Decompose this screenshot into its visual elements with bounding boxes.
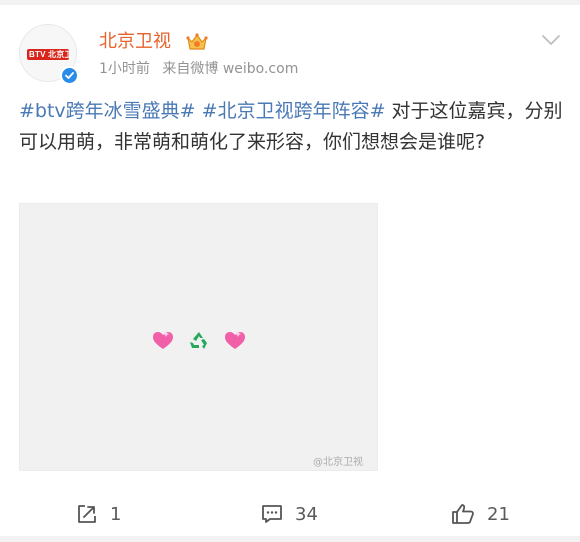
sparkling-heart-icon: [152, 330, 174, 352]
author-name[interactable]: 北京卫视: [99, 31, 171, 53]
post-meta: 1小时前 来自微博 weibo.com: [99, 60, 298, 78]
hashtag-link[interactable]: #btv跨年冰雪盛典#: [19, 100, 196, 122]
comment-count: 34: [295, 503, 318, 525]
repost-icon: [78, 505, 96, 523]
action-bar: 1 34 21: [0, 498, 580, 530]
sparkling-heart-icon: [224, 330, 246, 352]
comment-icon: [262, 505, 282, 523]
post-time: 1小时前: [99, 61, 150, 77]
avatar-logo: BTV 北京卫视: [27, 49, 69, 60]
like-count: 21: [487, 503, 510, 525]
thumbs-up-icon: [452, 504, 474, 524]
top-divider: [0, 0, 580, 5]
post-image[interactable]: @北京卫视: [19, 203, 378, 471]
post-body: #btv跨年冰雪盛典# #北京卫视跨年阵容# 对于这位嘉宾，分别可以用萌，非常萌…: [19, 96, 564, 158]
emoji-row: [152, 328, 246, 354]
repost-count: 1: [110, 503, 122, 525]
image-watermark: @北京卫视: [313, 457, 363, 468]
vip-crown-icon: [186, 32, 208, 52]
verified-badge-icon: [60, 66, 79, 85]
recycle-icon: [188, 330, 210, 352]
comment-button[interactable]: 34: [261, 498, 318, 530]
chevron-down-icon[interactable]: [541, 32, 561, 46]
post-source[interactable]: 来自微博 weibo.com: [162, 61, 298, 77]
bottom-divider: [0, 536, 580, 542]
repost-button[interactable]: 1: [76, 498, 121, 530]
like-button[interactable]: 21: [451, 498, 510, 530]
hashtag-link[interactable]: #北京卫视跨年阵容#: [202, 100, 386, 122]
